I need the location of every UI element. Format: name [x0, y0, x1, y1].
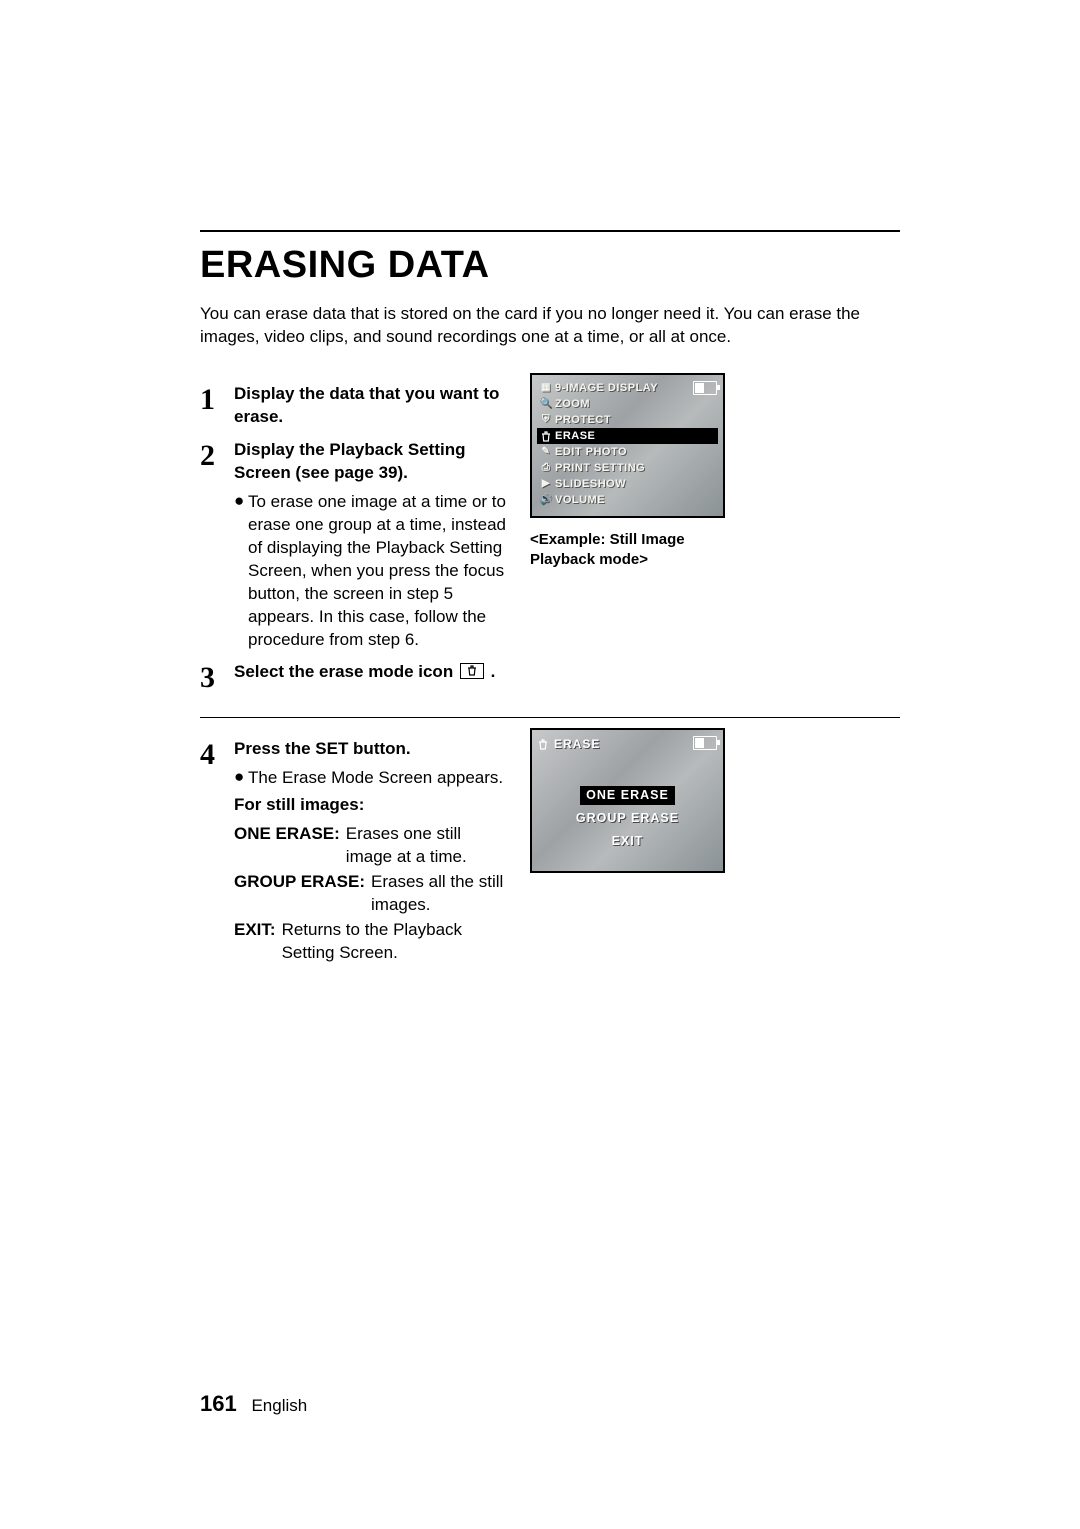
lcd1-menu-item: 🔍ZOOM — [537, 396, 718, 412]
lcd2-option: GROUP ERASE — [570, 809, 685, 828]
lcd2-option: EXIT — [606, 832, 650, 851]
step-number: 4 — [200, 738, 234, 770]
bullet-dot: ● — [234, 767, 248, 790]
menu-item-icon: ✎ — [537, 445, 555, 459]
step-number: 1 — [200, 383, 234, 415]
step3-head-b: . — [491, 662, 496, 681]
menu-item-icon: ⎙ — [537, 461, 555, 475]
erase-mode-icon — [460, 663, 484, 679]
group-erase-text: Erases all the still images. — [371, 871, 510, 917]
menu-item-label: PROTECT — [555, 413, 611, 428]
menu-item-icon — [537, 431, 555, 442]
lcd2-option: ONE ERASE — [580, 786, 675, 805]
page-number: 161 — [200, 1391, 237, 1416]
lcd-playback-menu: ▦9-IMAGE DISPLAY🔍ZOOM⛨PROTECTERASE✎EDIT … — [530, 373, 725, 518]
bullet-dot: ● — [234, 491, 248, 652]
rule-top — [200, 230, 900, 232]
step1-head: Display the data that you want to erase. — [234, 384, 499, 426]
menu-item-icon: 🔍 — [537, 397, 555, 411]
page-footer: 161 English — [200, 1389, 307, 1419]
step-3: 3 Select the erase mode icon . — [200, 661, 510, 693]
menu-item-label: ZOOM — [555, 397, 590, 412]
step2-bullet: To erase one image at a time or to erase… — [248, 491, 510, 652]
page-language: English — [251, 1396, 307, 1415]
one-erase-text: Erases one still image at a time. — [346, 823, 510, 869]
step-number: 3 — [200, 661, 234, 693]
lcd1-menu-item: ▶SLIDESHOW — [537, 476, 718, 492]
step-2: 2 Display the Playback Setting Screen (s… — [200, 439, 510, 651]
menu-item-label: ERASE — [555, 429, 595, 444]
step-number: 2 — [200, 439, 234, 471]
lcd1-menu-item: ⛨PROTECT — [537, 412, 718, 428]
step4-bullet: The Erase Mode Screen appears. — [248, 767, 510, 790]
menu-item-icon: 🔊 — [537, 493, 555, 507]
menu-item-label: PRINT SETTING — [555, 461, 645, 476]
lcd1-menu-item: ERASE — [537, 428, 718, 444]
step4-head: Press the SET button. — [234, 739, 411, 758]
step-1: 1 Display the data that you want to eras… — [200, 383, 510, 429]
menu-item-label: VOLUME — [555, 493, 605, 508]
step3-head-a: Select the erase mode icon — [234, 662, 458, 681]
group-erase-label: GROUP ERASE: — [234, 871, 365, 917]
lcd2-header: ERASE — [554, 736, 600, 752]
menu-item-label: SLIDESHOW — [555, 477, 626, 492]
lcd1-caption: <Example: Still Image Playback mode> — [530, 530, 740, 569]
battery-icon — [693, 736, 717, 750]
menu-item-icon: ⛨ — [537, 413, 555, 427]
menu-item-icon: ▦ — [537, 381, 555, 395]
intro-text: You can erase data that is stored on the… — [200, 303, 900, 349]
step-4: 4 Press the SET button. ● The Erase Mode… — [200, 738, 510, 966]
lcd1-menu-item: ▦9-IMAGE DISPLAY — [537, 380, 718, 396]
trash-icon — [538, 739, 548, 750]
exit-label: EXIT: — [234, 919, 276, 965]
lcd-erase-mode: ERASE ONE ERASE GROUP ERASE EXIT — [530, 728, 725, 873]
lcd1-menu-item: ✎EDIT PHOTO — [537, 444, 718, 460]
one-erase-label: ONE ERASE: — [234, 823, 340, 869]
for-still-images-label: For still images: — [234, 795, 364, 814]
lcd1-menu-item: 🔊VOLUME — [537, 492, 718, 508]
lcd1-menu-item: ⎙PRINT SETTING — [537, 460, 718, 476]
menu-item-icon: ▶ — [537, 477, 555, 491]
page-title: ERASING DATA — [200, 240, 900, 291]
exit-text: Returns to the Playback Setting Screen. — [282, 919, 510, 965]
menu-item-label: EDIT PHOTO — [555, 445, 627, 460]
menu-item-label: 9-IMAGE DISPLAY — [555, 381, 658, 396]
rule-mid — [200, 717, 900, 718]
step2-head: Display the Playback Setting Screen (see… — [234, 440, 465, 482]
